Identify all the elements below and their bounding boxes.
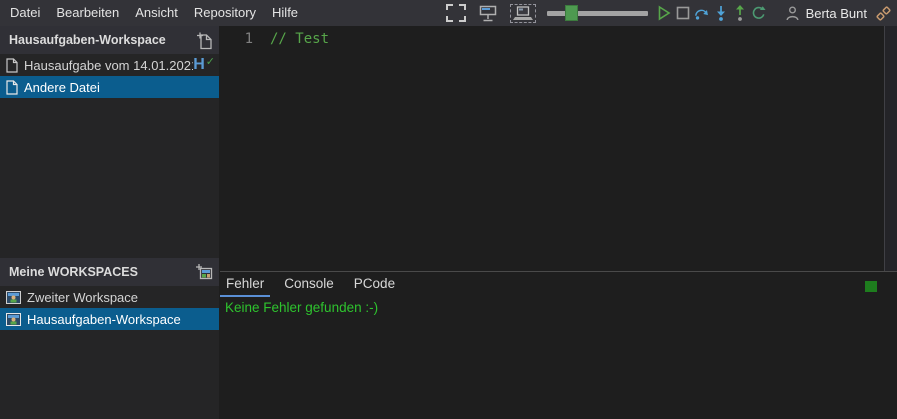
editor-scrollbar[interactable] [884, 26, 897, 271]
fullscreen-icon[interactable] [446, 4, 466, 22]
bottom-panel: Fehler Console PCode Keine Fehler gefund… [220, 271, 897, 419]
code-editor[interactable]: 1 // Test [220, 26, 897, 271]
file-item-label: Hausaufgabe vom 14.01.2021 [24, 58, 193, 73]
workspace-item-label: Zweiter Workspace [27, 290, 219, 305]
file-icon [6, 58, 18, 73]
menu-item-ansicht[interactable]: Ansicht [127, 0, 186, 26]
menu-item-repository[interactable]: Repository [186, 0, 264, 26]
line-number: 1 [220, 30, 253, 49]
user-name: Berta Bunt [806, 6, 867, 21]
file-icon [6, 80, 18, 95]
workspace-panel: Meine WORKSPACES Zwe [0, 258, 219, 330]
editor-line: 1 // Test [220, 30, 897, 49]
homework-check-icon: ✓ [206, 56, 215, 68]
workspace-item-zweiter[interactable]: Zweiter Workspace [0, 286, 219, 308]
bottom-panel-tabs: Fehler Console PCode [220, 272, 897, 297]
step-into-icon[interactable] [713, 5, 728, 21]
file-item-label: Andere Datei [24, 80, 219, 95]
workspace-panel-title: Meine WORKSPACES [9, 265, 195, 279]
tab-pcode[interactable]: PCode [348, 272, 401, 297]
add-workspace-icon[interactable] [195, 263, 213, 281]
error-panel-message: Keine Fehler gefunden :-) [220, 300, 897, 315]
menu-item-hilfe[interactable]: Hilfe [264, 0, 306, 26]
laptop-mode-icon[interactable] [510, 4, 536, 23]
speed-slider[interactable] [547, 0, 650, 26]
run-debug-controls [656, 0, 766, 26]
user-icon [786, 6, 799, 21]
workspace-icon [6, 291, 21, 304]
main-menu: Datei Bearbeiten Ansicht Repository Hilf… [2, 0, 306, 26]
presentation-mode-icon[interactable] [479, 5, 497, 22]
tab-console[interactable]: Console [278, 272, 340, 297]
ide-window: { "menubar": { "items": ["Datei", "Bearb… [0, 0, 897, 419]
sidebar: Hausaufgaben-Workspace Hausaufgabe vom 1… [0, 26, 219, 419]
step-over-icon[interactable] [694, 6, 709, 21]
homework-marker: H ✓ [193, 56, 215, 74]
view-mode-controls [446, 0, 536, 26]
menu-item-datei[interactable]: Datei [2, 0, 48, 26]
workspace-item-label: Hausaufgaben-Workspace [27, 312, 219, 327]
file-panel-header: Hausaufgaben-Workspace [0, 26, 219, 54]
run-icon[interactable] [656, 5, 671, 21]
file-item-hausaufgabe[interactable]: Hausaufgabe vom 14.01.2021 H ✓ [0, 54, 219, 76]
file-panel-title: Hausaufgaben-Workspace [9, 33, 196, 47]
logout-icon[interactable] [874, 4, 893, 23]
user-account[interactable]: Berta Bunt [786, 0, 893, 26]
step-out-icon[interactable] [732, 5, 747, 21]
slider-handle[interactable] [565, 5, 578, 21]
code-comment: // Test [270, 30, 329, 49]
tab-fehler[interactable]: Fehler [220, 272, 270, 297]
slider-track[interactable] [547, 11, 648, 16]
file-item-andere-datei[interactable]: Andere Datei [0, 76, 219, 98]
stop-icon[interactable] [675, 6, 690, 20]
workspace-item-hausaufgaben[interactable]: Hausaufgaben-Workspace [0, 308, 219, 330]
workspace-panel-header: Meine WORKSPACES [0, 258, 219, 286]
menu-bar: Datei Bearbeiten Ansicht Repository Hilf… [0, 0, 897, 26]
restart-icon[interactable] [751, 5, 766, 21]
homework-h-badge: H [193, 56, 205, 74]
new-file-icon[interactable] [196, 31, 213, 50]
menu-item-bearbeiten[interactable]: Bearbeiten [48, 0, 127, 26]
workspace-icon [6, 313, 21, 326]
connection-status-indicator [865, 281, 877, 292]
